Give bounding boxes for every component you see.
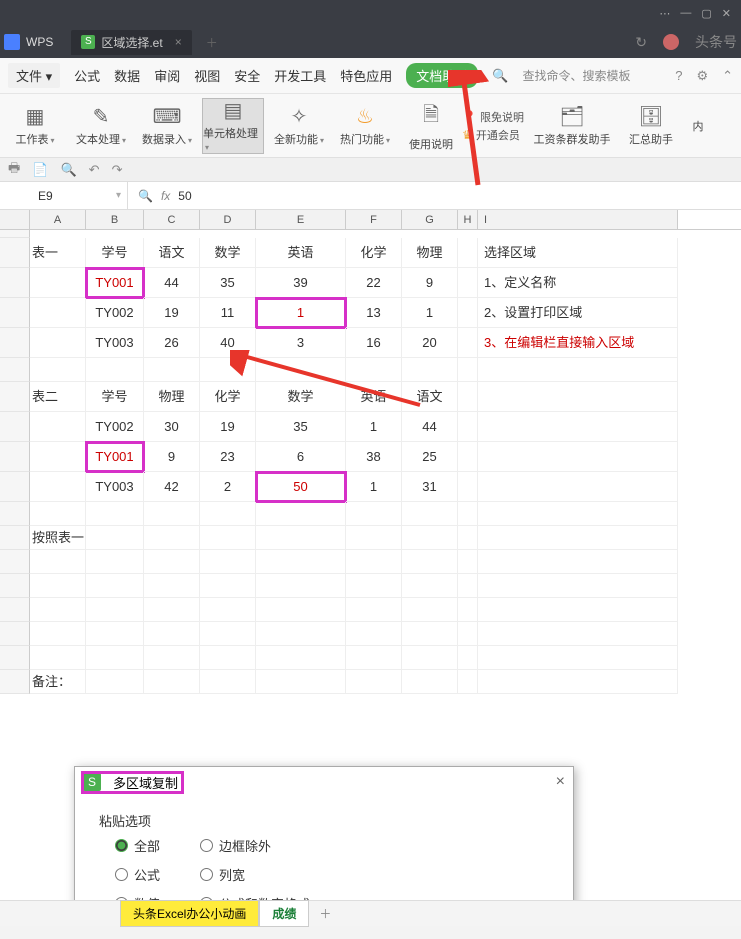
min-icon[interactable]: — <box>680 7 691 19</box>
et-file-icon: S <box>81 35 95 49</box>
menubar: 文件 ▾ 公式 数据 审阅 视图 安全 开发工具 特色应用 文档助手 🔍 查找命… <box>0 58 741 94</box>
menu-review[interactable]: 审阅 <box>154 66 180 85</box>
crown-icon: ♛ <box>462 128 473 142</box>
titlebar: WPS S 区域选择.et × ＋ ↻ 头条号 <box>0 26 741 58</box>
ribbon-toolbar: ▦ 工作表▾ ✎ 文本处理▾ ⌨ 数据录入▾ ▤ 单元格处理▾ ✧ 全新功能▾ … <box>0 94 741 158</box>
tag-icon: 📍 <box>462 110 477 124</box>
quick-access-bar: 🖶 📄 🔍 ↶ ↷ <box>0 158 741 182</box>
datainput-icon: ⌨ <box>153 104 182 129</box>
opt-formula[interactable]: 公式 <box>115 865 160 884</box>
sheet-tab-1[interactable]: 头条Excel办公小动画 <box>120 900 259 927</box>
menu-dochelper[interactable]: 文档助手 <box>406 63 478 88</box>
avatar-icon[interactable] <box>663 34 679 50</box>
sync-icon[interactable]: ↻ <box>635 34 647 51</box>
close-window-icon[interactable]: ✕ <box>722 7 731 20</box>
max-icon[interactable]: ▢ <box>701 7 711 20</box>
tb-worksheet[interactable]: ▦ 工作表▾ <box>4 98 66 154</box>
opt-colwidth[interactable]: 列宽 <box>200 865 310 884</box>
fx-icon[interactable]: fx <box>161 189 170 203</box>
qa-open-icon[interactable]: 📄 <box>32 162 48 178</box>
qa-save-icon[interactable]: 🖶 <box>8 159 20 181</box>
dialog-title: 多区域复制 <box>113 773 178 792</box>
sparkle-icon: ✧ <box>291 104 308 129</box>
tb-input[interactable]: ⌨ 数据录入▾ <box>136 98 198 154</box>
sheet-tab-2[interactable]: 成绩 <box>259 900 309 927</box>
tb-help[interactable]: 🗎 使用说明 <box>400 98 462 154</box>
window-chrome-top: ⋯ — ▢ ✕ <box>0 0 741 26</box>
help-icon[interactable]: ? <box>675 68 682 83</box>
app-name: WPS <box>26 35 53 49</box>
tb-summary[interactable]: 🗄 汇总助手 <box>620 98 682 154</box>
tb-more[interactable]: 内 <box>686 98 710 154</box>
grid-rows: 表一 学号 语文 数学 英语 化学 物理 选择区域 TY001 44 35 39… <box>0 230 741 694</box>
note-label[interactable]: 备注： <box>30 670 86 694</box>
sidenote-title[interactable]: 选择区域 <box>478 238 678 268</box>
sheet-tab-bar: 头条Excel办公小动画 成绩 ＋ <box>0 900 741 926</box>
search-placeholder[interactable]: 查找命令、搜索模板 <box>522 67 630 84</box>
tb-payroll[interactable]: 🗂 工资条群发助手 <box>528 98 616 154</box>
dialog-app-icon: S <box>83 773 101 791</box>
select-all-corner[interactable] <box>0 210 30 229</box>
col-B[interactable]: B <box>86 210 144 229</box>
table2-title[interactable]: 表二 <box>30 382 86 412</box>
col-D[interactable]: D <box>200 210 256 229</box>
fire-icon: ♨ <box>356 104 374 129</box>
col-I[interactable]: I <box>478 210 678 229</box>
fx-find-icon[interactable]: 🔍 <box>138 189 153 203</box>
menu-view[interactable]: 视图 <box>194 66 220 85</box>
payroll-icon: 🗂 <box>559 104 584 129</box>
wps-logo-icon <box>4 34 20 50</box>
column-headers: A B C D E F G H I <box>0 210 741 230</box>
col-H[interactable]: H <box>458 210 478 229</box>
add-sheet-icon[interactable]: ＋ <box>309 905 341 922</box>
col-C[interactable]: C <box>144 210 200 229</box>
qa-preview-icon[interactable]: 🔍 <box>60 162 76 178</box>
menu-data[interactable]: 数据 <box>114 66 140 85</box>
opt-all[interactable]: 全部 <box>115 836 160 855</box>
document-tab[interactable]: S 区域选择.et × <box>71 30 191 55</box>
text-icon: ✎ <box>93 104 110 129</box>
menu-feature[interactable]: 特色应用 <box>340 66 392 85</box>
col-E[interactable]: E <box>256 210 346 229</box>
table1-title[interactable]: 表一 <box>30 238 86 268</box>
tb-hot[interactable]: ♨ 热门功能▾ <box>334 98 396 154</box>
sheet-area[interactable]: A B C D E F G H I 表一 学号 语文 数学 英语 化学 物理 选… <box>0 210 741 900</box>
new-tab-icon[interactable]: ＋ <box>206 34 218 51</box>
tb-text[interactable]: ✎ 文本处理▾ <box>70 98 132 154</box>
qa-undo-icon[interactable]: ↶ <box>89 162 100 178</box>
chrome-more-icon[interactable]: ⋯ <box>659 7 670 20</box>
dialog-close-icon[interactable]: × <box>556 773 565 791</box>
tb-cell[interactable]: ▤ 单元格处理▾ <box>202 98 264 154</box>
name-box[interactable]: E9 <box>0 182 128 209</box>
collapse-ribbon-icon[interactable]: ⌃ <box>722 68 733 84</box>
tab-close-icon[interactable]: × <box>175 35 182 49</box>
opt-value[interactable]: 数值 <box>115 894 160 900</box>
headline-label: 头条号 <box>695 32 737 52</box>
below-label[interactable]: 按照表一 <box>30 526 86 550</box>
formula-value[interactable]: 50 <box>178 189 191 203</box>
search-icon[interactable]: 🔍 <box>492 68 508 84</box>
cell-icon: ▤ <box>224 98 243 123</box>
qa-redo-icon[interactable]: ↷ <box>112 162 123 178</box>
col-A[interactable]: A <box>30 210 86 229</box>
col-G[interactable]: G <box>402 210 458 229</box>
opt-formulnum[interactable]: 公式和数字格式 <box>200 894 310 900</box>
menu-devtools[interactable]: 开发工具 <box>274 66 326 85</box>
tb-new[interactable]: ✧ 全新功能▾ <box>268 98 330 154</box>
menu-security[interactable]: 安全 <box>234 66 260 85</box>
document-tab-label: 区域选择.et <box>101 34 162 51</box>
formula-bar: E9 🔍 fx 50 <box>0 182 741 210</box>
opt-noborder[interactable]: 边框除外 <box>200 836 310 855</box>
paste-section-title: 粘贴选项 <box>99 811 549 830</box>
tb-vip-block: 📍 限免说明 ♛ 开通会员 <box>462 109 524 143</box>
doc-icon: 🗎 <box>423 100 439 134</box>
menu-formula[interactable]: 公式 <box>74 66 100 85</box>
summary-icon: 🗄 <box>638 104 663 129</box>
worksheet-icon: ▦ <box>26 104 45 129</box>
settings-icon[interactable]: ⚙ <box>696 68 708 84</box>
file-menu[interactable]: 文件 ▾ <box>8 63 60 88</box>
col-F[interactable]: F <box>346 210 402 229</box>
multi-region-copy-dialog: S 多区域复制 × 粘贴选项 全部 公式 数值 格式 批注 边框除外 列宽 公式… <box>74 766 574 900</box>
